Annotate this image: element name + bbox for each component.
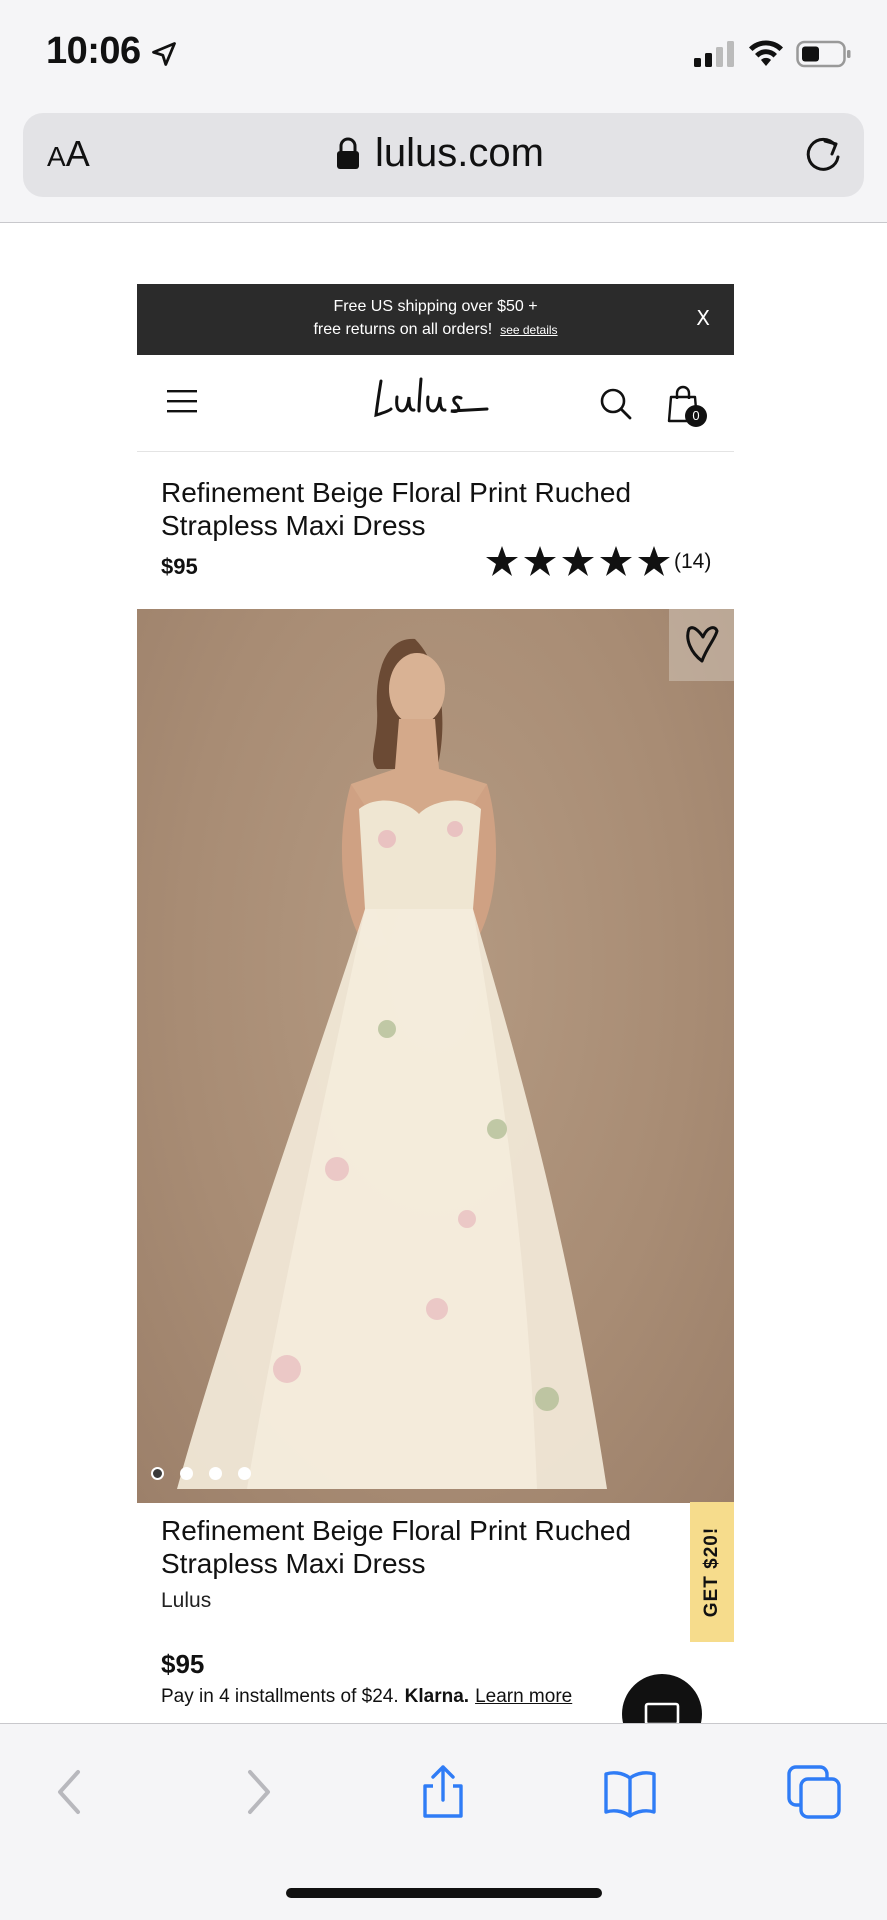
cart-count-badge: 0 [685, 405, 707, 427]
lock-icon [337, 137, 359, 169]
share-icon[interactable] [415, 1764, 471, 1820]
dress-photo [177, 638, 607, 1489]
product-brand: Lulus [161, 1589, 212, 1612]
promo-close-button[interactable]: X [696, 306, 710, 330]
browser-address-area: AA lulus.com [0, 110, 887, 223]
lulus-logo[interactable] [371, 373, 493, 429]
carousel-dot[interactable] [151, 1467, 164, 1480]
promo-line-2: free returns on all orders! see details [137, 321, 734, 339]
tabs-icon[interactable] [786, 1764, 842, 1820]
product-image[interactable] [137, 609, 734, 1503]
promo-line-2-text: free returns on all orders! [313, 321, 493, 338]
forward-icon[interactable] [228, 1764, 284, 1820]
heart-icon [686, 626, 719, 663]
see-details-link[interactable]: see details [500, 323, 557, 337]
site-header: 0 [137, 355, 734, 452]
wifi-icon [749, 40, 783, 66]
chat-icon [644, 1702, 680, 1724]
web-page: Free US shipping over $50 + free returns… [0, 224, 887, 1724]
star-icon [562, 546, 594, 576]
text-size-button[interactable]: AA [47, 133, 90, 175]
image-carousel-dots[interactable] [151, 1467, 251, 1480]
product-price-secondary: $95 [161, 1649, 205, 1679]
carousel-dot[interactable] [238, 1467, 251, 1480]
home-indicator[interactable] [286, 1888, 602, 1898]
address-bar[interactable]: AA lulus.com [23, 113, 864, 197]
battery-icon [796, 40, 851, 68]
star-icon [638, 546, 670, 576]
rating-stars[interactable] [486, 546, 670, 576]
back-icon[interactable] [44, 1764, 100, 1820]
star-icon [524, 546, 556, 576]
url-text[interactable]: lulus.com [375, 131, 544, 176]
wishlist-button[interactable] [669, 609, 734, 681]
chat-button[interactable] [622, 1674, 702, 1724]
carousel-dot[interactable] [209, 1467, 222, 1480]
klarna-learn-more-link[interactable]: Learn more [475, 1686, 572, 1707]
reload-icon[interactable] [801, 133, 845, 177]
product-title: Refinement Beige Floral Print Ruched Str… [161, 477, 632, 541]
product-price: $95 [161, 554, 198, 579]
carousel-dot[interactable] [180, 1467, 193, 1480]
get-20-tab[interactable]: GET $20! [690, 1502, 734, 1642]
star-icon [486, 546, 518, 576]
hamburger-menu-icon[interactable] [167, 389, 197, 413]
status-bar: 10:06 [0, 0, 887, 110]
klarna-installments: Pay in 4 installments of $24. Klarna. Lear… [161, 1686, 572, 1708]
star-icon [600, 546, 632, 576]
get-20-label: GET $20! [701, 1526, 722, 1618]
product-title-secondary: Refinement Beige Floral Print Ruched Str… [161, 1515, 632, 1579]
location-arrow-icon [152, 42, 176, 66]
status-time: 10:06 [46, 30, 141, 72]
review-count[interactable]: (14) [674, 550, 711, 574]
klarna-logo: Klarna. [404, 1686, 470, 1707]
bookmarks-icon[interactable] [602, 1764, 658, 1820]
klarna-text: Pay in 4 installments of $24. [161, 1686, 399, 1707]
promo-banner: Free US shipping over $50 + free returns… [137, 284, 734, 355]
search-icon[interactable] [600, 388, 632, 420]
cellular-signal-icon [694, 41, 734, 67]
promo-line-1: Free US shipping over $50 + [333, 298, 538, 315]
